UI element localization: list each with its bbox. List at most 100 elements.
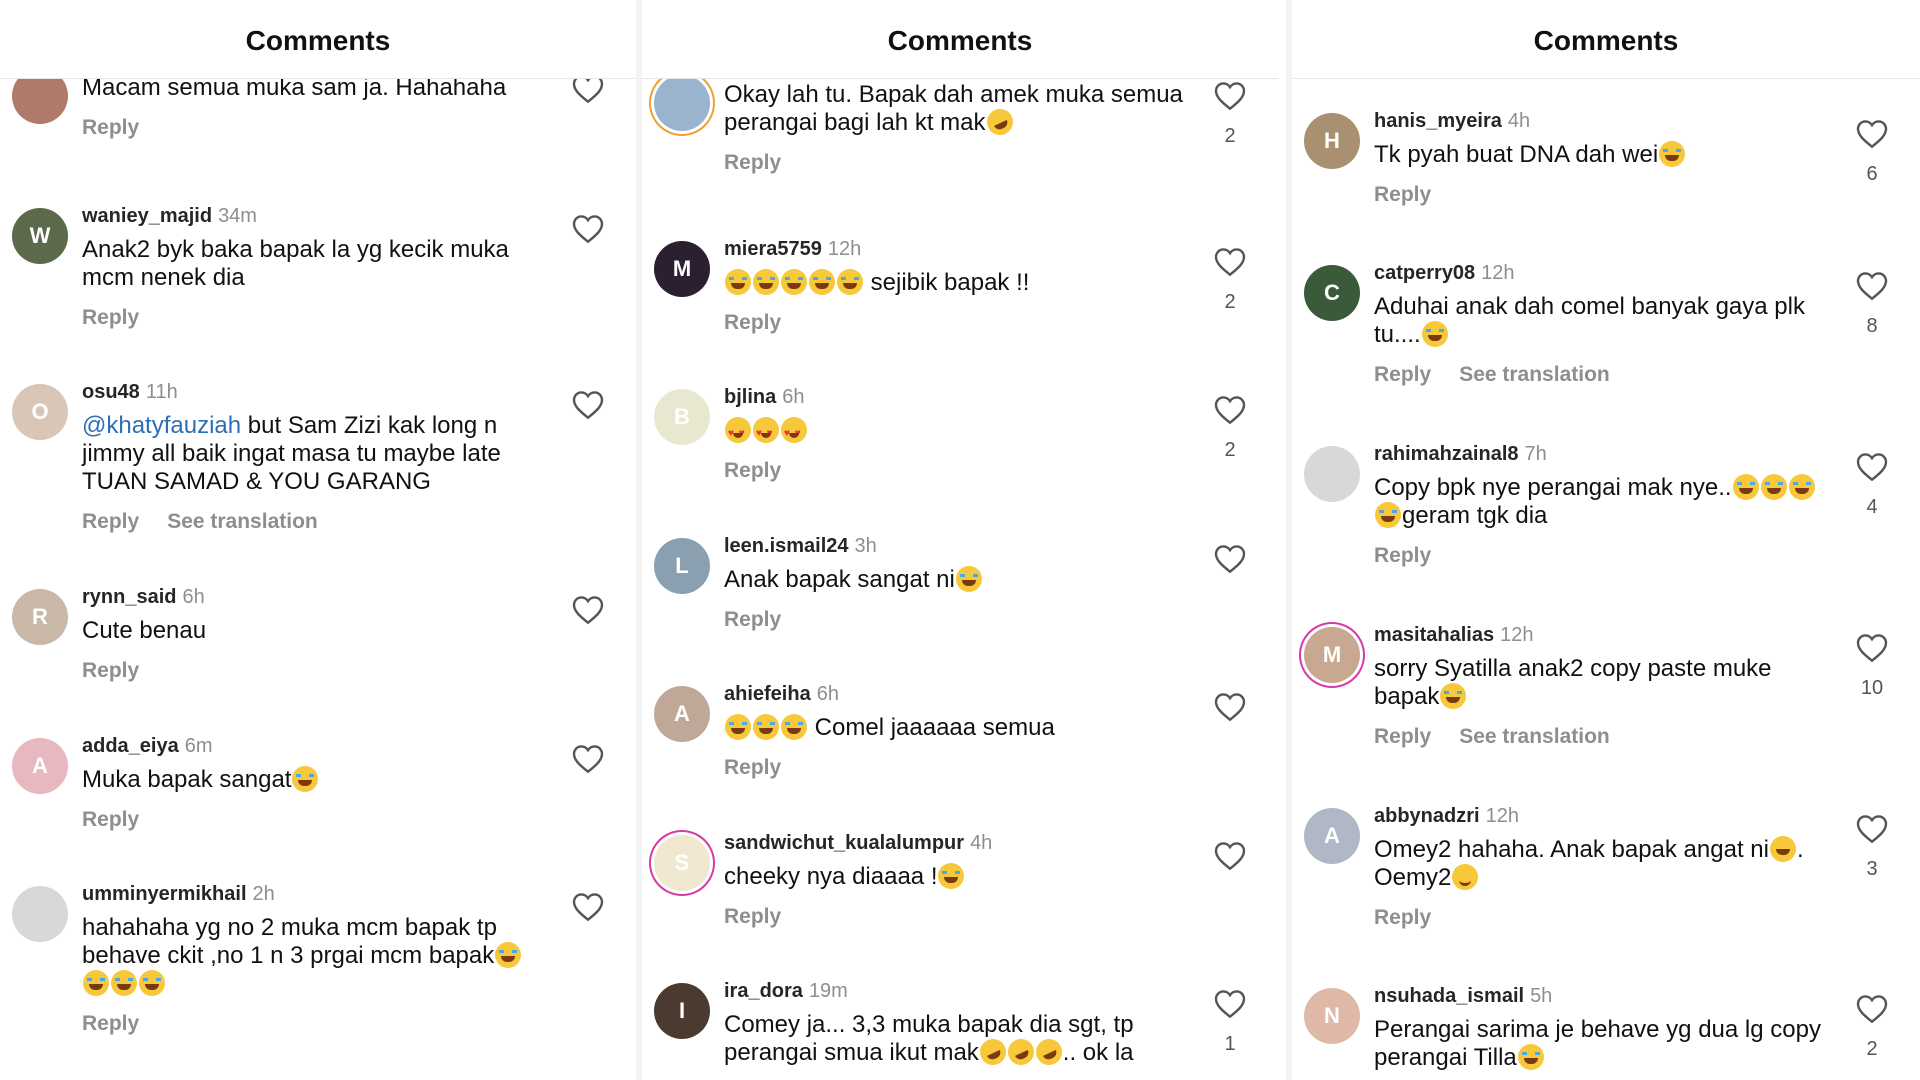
comment-body: sandwichut_kualalumpur 4h cheeky nya diaaa… bbox=[724, 831, 1188, 929]
comment-actions: Reply bbox=[82, 116, 546, 140]
like-button[interactable] bbox=[1212, 841, 1248, 871]
comment-text-content: Tk pyah buat DNA dah wei bbox=[1374, 141, 1659, 168]
username-link[interactable]: ahiefeiha bbox=[724, 683, 811, 705]
comment-text-content: Cute benau bbox=[82, 617, 207, 644]
see-translation-button[interactable]: See translation bbox=[1459, 725, 1610, 748]
avatar[interactable]: A bbox=[1304, 808, 1360, 864]
like-button[interactable] bbox=[570, 595, 606, 625]
username-link[interactable]: waniey_majid bbox=[82, 205, 212, 227]
laugh-emoji-icon bbox=[753, 269, 779, 295]
username-link[interactable]: catperry08 bbox=[1374, 262, 1475, 284]
reply-button[interactable]: Reply bbox=[724, 311, 781, 334]
comment-body: masitahalias 12h sorry Syatilla anak2 copy… bbox=[1374, 623, 1830, 749]
like-control bbox=[570, 744, 606, 774]
laugh-emoji-icon bbox=[781, 714, 807, 740]
like-button[interactable] bbox=[570, 744, 606, 774]
like-button[interactable] bbox=[570, 214, 606, 244]
reply-button[interactable]: Reply bbox=[1374, 363, 1431, 386]
username-link[interactable]: ira_dora bbox=[724, 980, 803, 1002]
avatar[interactable]: I bbox=[654, 983, 710, 1039]
avatar[interactable]: S bbox=[654, 835, 710, 891]
avatar[interactable]: B bbox=[654, 389, 710, 445]
avatar-initial: W bbox=[29, 223, 51, 248]
comment-meta: catperry08 12h bbox=[1374, 261, 1830, 285]
reply-button[interactable]: Reply bbox=[82, 306, 139, 329]
like-button[interactable] bbox=[1212, 692, 1248, 722]
comment-text-continued: .. ok la bbox=[1062, 1039, 1134, 1066]
laugh-emoji-icon bbox=[1375, 502, 1401, 528]
username-link[interactable]: abbynadzri bbox=[1374, 805, 1480, 827]
see-translation-button[interactable]: See translation bbox=[167, 510, 318, 533]
mention-link[interactable]: @khatyfauziah bbox=[82, 412, 241, 439]
reply-button[interactable]: Reply bbox=[82, 510, 139, 533]
like-button[interactable] bbox=[1212, 544, 1248, 574]
laugh-emoji-icon bbox=[1659, 141, 1686, 167]
username-link[interactable]: bjlina bbox=[724, 386, 776, 408]
avatar[interactable] bbox=[1304, 446, 1360, 502]
username-link[interactable]: umminyermikhail bbox=[82, 883, 247, 905]
avatar[interactable]: M bbox=[1304, 627, 1360, 683]
username-link[interactable]: osu48 bbox=[82, 381, 140, 403]
avatar[interactable] bbox=[654, 75, 710, 131]
reply-button[interactable]: Reply bbox=[724, 608, 781, 631]
avatar[interactable] bbox=[12, 886, 68, 942]
comment-text: @khatyfauziah but Sam Zizi kak long n ji… bbox=[82, 412, 546, 496]
heart-icon bbox=[572, 893, 604, 922]
comment-actions: Reply bbox=[724, 905, 1188, 929]
like-button[interactable] bbox=[570, 892, 606, 922]
avatar[interactable]: M bbox=[654, 241, 710, 297]
reply-button[interactable]: Reply bbox=[724, 459, 781, 482]
like-button[interactable] bbox=[1854, 271, 1890, 301]
like-button[interactable] bbox=[1212, 989, 1248, 1019]
avatar[interactable]: H bbox=[1304, 113, 1360, 169]
comments-header: Comments bbox=[1292, 0, 1920, 79]
reply-button[interactable]: Reply bbox=[82, 659, 139, 682]
like-count: 2 bbox=[1224, 291, 1236, 313]
reply-button[interactable]: Reply bbox=[1374, 906, 1431, 929]
reply-button[interactable]: Reply bbox=[1374, 725, 1431, 748]
like-button[interactable] bbox=[1854, 452, 1890, 482]
reply-button[interactable]: Reply bbox=[82, 1012, 139, 1035]
like-button[interactable] bbox=[1854, 994, 1890, 1024]
reply-button[interactable]: Reply bbox=[724, 905, 781, 928]
username-link[interactable]: nsuhada_ismail bbox=[1374, 985, 1524, 1007]
like-button[interactable] bbox=[1212, 247, 1248, 277]
like-button[interactable] bbox=[1212, 81, 1248, 111]
username-link[interactable]: rynn_said bbox=[82, 586, 176, 608]
comment-text-content: Perangai sarima je behave yg dua lg copy… bbox=[1374, 1016, 1821, 1071]
avatar[interactable]: W bbox=[12, 208, 68, 264]
like-control bbox=[1212, 841, 1248, 871]
comment-actions: Reply See translation bbox=[1374, 725, 1830, 749]
comment-meta: rynn_said 6h bbox=[82, 585, 546, 609]
avatar[interactable]: C bbox=[1304, 265, 1360, 321]
comment-actions: Reply bbox=[82, 659, 546, 683]
avatar[interactable]: A bbox=[654, 686, 710, 742]
reply-button[interactable]: Reply bbox=[1374, 544, 1431, 567]
username-link[interactable]: leen.ismail24 bbox=[724, 535, 849, 557]
reply-button[interactable]: Reply bbox=[82, 808, 139, 831]
username-link[interactable]: masitahalias bbox=[1374, 624, 1494, 646]
username-link[interactable]: hanis_myeira bbox=[1374, 110, 1502, 132]
reply-button[interactable]: Reply bbox=[1374, 183, 1431, 206]
reply-button[interactable]: Reply bbox=[82, 116, 139, 139]
heart-icon bbox=[1856, 272, 1888, 301]
username-link[interactable]: sandwichut_kualalumpur bbox=[724, 832, 964, 854]
reply-button[interactable]: Reply bbox=[724, 756, 781, 779]
like-button[interactable] bbox=[1854, 119, 1890, 149]
avatar[interactable]: N bbox=[1304, 988, 1360, 1044]
avatar[interactable]: O bbox=[12, 384, 68, 440]
avatar-initial: N bbox=[1324, 1003, 1340, 1028]
username-link[interactable]: rahimahzainal8 bbox=[1374, 443, 1519, 465]
username-link[interactable]: miera5759 bbox=[724, 238, 822, 260]
see-translation-button[interactable]: See translation bbox=[1459, 363, 1610, 386]
reply-button[interactable]: Reply bbox=[724, 151, 781, 174]
username-link[interactable]: adda_eiya bbox=[82, 735, 179, 757]
like-button[interactable] bbox=[1212, 395, 1248, 425]
like-button[interactable] bbox=[570, 390, 606, 420]
like-button[interactable] bbox=[1854, 633, 1890, 663]
avatar[interactable]: L bbox=[654, 538, 710, 594]
avatar[interactable]: A bbox=[12, 738, 68, 794]
like-button[interactable] bbox=[1854, 814, 1890, 844]
avatar[interactable]: R bbox=[12, 589, 68, 645]
comment-meta: ahiefeiha 6h bbox=[724, 682, 1188, 706]
